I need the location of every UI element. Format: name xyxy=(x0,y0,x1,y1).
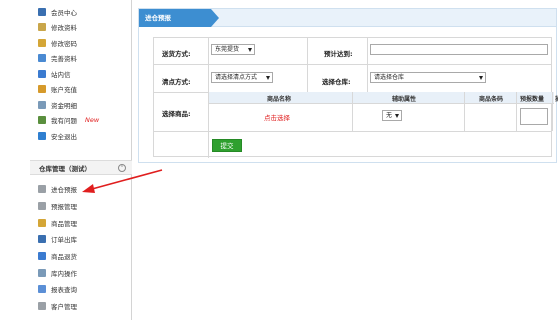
annotation-arrow xyxy=(82,169,163,193)
